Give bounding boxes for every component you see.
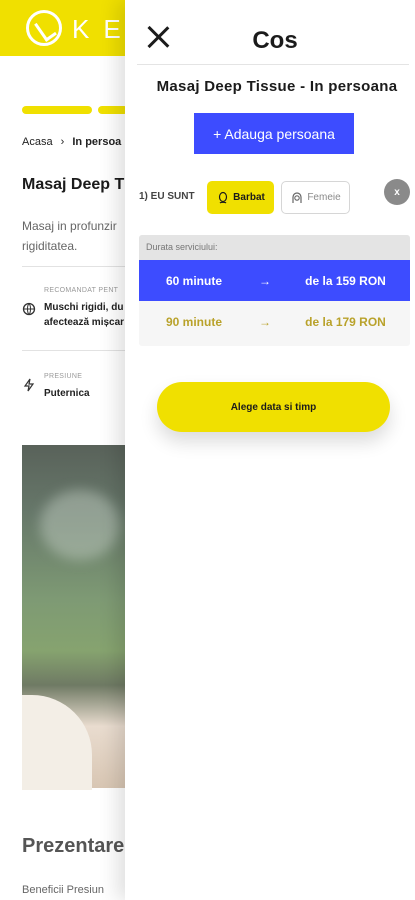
remove-person-button[interactable]: x bbox=[384, 179, 410, 205]
gender-female-label: Femeie bbox=[307, 192, 341, 203]
progress-pill bbox=[22, 106, 92, 114]
duration-minutes: 90 minute bbox=[165, 314, 222, 329]
lightning-icon bbox=[23, 378, 35, 392]
duration-header: Durata serviciului: bbox=[139, 235, 410, 260]
duration-selector: Durata serviciului: 60 minute → de la 15… bbox=[139, 235, 410, 346]
breadcrumb-current: In persoa bbox=[72, 136, 122, 148]
breadcrumb-separator: › bbox=[60, 136, 65, 148]
section-subtitle: Beneficii Presiun bbox=[22, 884, 104, 896]
progress-pill bbox=[98, 106, 128, 114]
divider bbox=[137, 64, 409, 65]
globe-icon bbox=[22, 302, 36, 316]
divider bbox=[22, 266, 142, 267]
duration-price: de la 179 RON bbox=[305, 314, 386, 329]
divider bbox=[22, 350, 142, 351]
duration-minutes: 60 minute bbox=[165, 273, 222, 288]
page-title: Masaj Deep T bbox=[22, 176, 125, 193]
section-title: Prezentare bbox=[22, 835, 125, 857]
male-icon bbox=[219, 191, 228, 204]
breadcrumb-home[interactable]: Acasa bbox=[22, 136, 53, 148]
cart-drawer: Cos Masaj Deep Tissue - In persoana + Ad… bbox=[125, 0, 415, 900]
duration-price: de la 159 RON bbox=[305, 273, 386, 288]
recommended-label: RECOMANDAT PENT bbox=[44, 287, 119, 294]
pressure-label: PRESIUNE bbox=[44, 373, 83, 380]
massage-photo bbox=[22, 445, 142, 790]
duration-option-90[interactable]: 90 minute → de la 179 RON bbox=[139, 301, 410, 342]
choose-date-time-button[interactable]: Alege data si timp bbox=[157, 382, 390, 432]
logo-icon[interactable] bbox=[26, 10, 62, 46]
service-name: Masaj Deep Tissue - In persoana bbox=[156, 78, 398, 95]
add-person-button[interactable]: + Adauga persoana bbox=[194, 113, 354, 154]
gender-male-option[interactable]: Barbat bbox=[207, 181, 274, 214]
arrow-right-icon: → bbox=[259, 314, 271, 329]
female-icon bbox=[292, 191, 302, 203]
gender-male-label: Barbat bbox=[233, 192, 265, 203]
duration-option-60[interactable]: 60 minute → de la 159 RON bbox=[139, 260, 410, 301]
person-label: 1) EU SUNT bbox=[139, 191, 195, 202]
gender-female-option[interactable]: Femeie bbox=[281, 181, 350, 214]
breadcrumb: Acasa › In persoa bbox=[22, 136, 121, 148]
arrow-right-icon: → bbox=[259, 273, 271, 288]
drawer-title: Cos bbox=[252, 27, 298, 54]
